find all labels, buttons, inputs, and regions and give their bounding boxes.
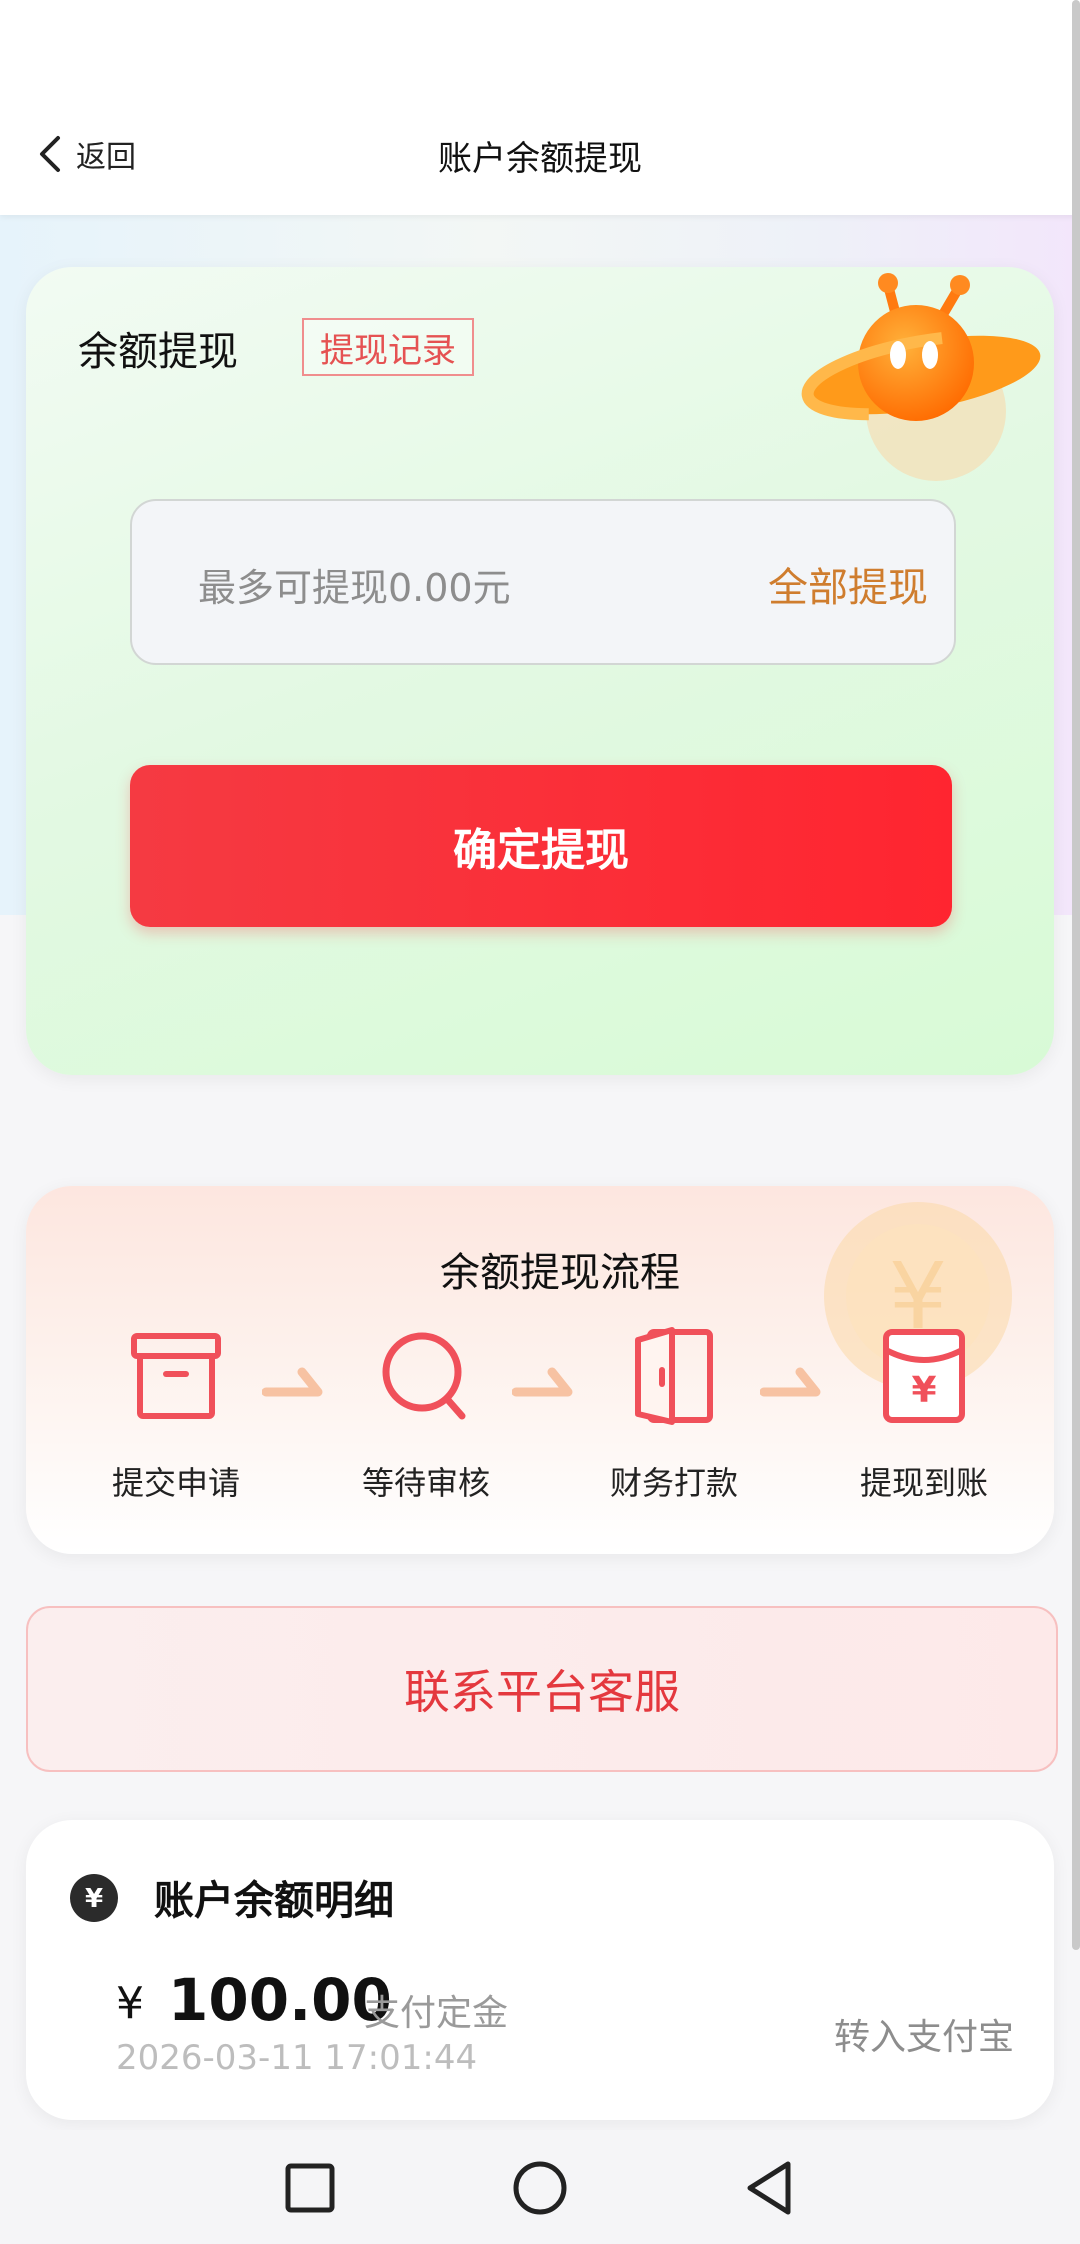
home-circle-icon[interactable] xyxy=(508,2156,572,2220)
amount-placeholder: 最多可提现0.00元 xyxy=(198,566,511,610)
withdraw-process-card: ¥ 余额提现流程 提交申请 等待审核 财务打款 ¥ 提现到账 xyxy=(26,1186,1054,1554)
detail-title: 账户余额明细 xyxy=(154,1878,394,1924)
balance-detail-card: ¥ 账户余额明细 ¥ 100.00 支付定金 2026-03-11 17:01:… xyxy=(26,1820,1054,2120)
process-title: 余额提现流程 xyxy=(440,1250,680,1296)
search-icon xyxy=(382,1332,466,1420)
svg-text:¥: ¥ xyxy=(911,1370,936,1411)
transfer-to-alipay-link[interactable]: 转入支付宝 xyxy=(834,2008,1014,2060)
door-open-icon xyxy=(635,1327,713,1425)
timestamp: 2026-03-11 17:01:44 xyxy=(116,2038,478,2078)
system-nav-bar xyxy=(0,2130,1080,2244)
withdraw-card: 余额提现 提现记录 最多可提现0.00元 全部提现 确定提现 xyxy=(26,267,1054,1075)
flow-arrow-icon xyxy=(760,1367,821,1397)
scrollbar[interactable] xyxy=(1072,0,1080,1950)
archive-box-icon xyxy=(131,1333,221,1419)
red-envelope-yen-icon: ¥ xyxy=(883,1329,965,1423)
step-label: 提现到账 xyxy=(859,1464,988,1502)
withdraw-all-button[interactable]: 全部提现 xyxy=(768,555,928,613)
amount-note: 支付定金 xyxy=(364,1993,509,2034)
withdraw-section-title: 余额提现 xyxy=(78,329,238,375)
withdraw-records-button[interactable]: 提现记录 xyxy=(302,318,474,376)
contact-support-button[interactable]: 联系平台客服 xyxy=(26,1606,1058,1772)
flow-arrow-icon xyxy=(512,1367,573,1397)
currency-symbol: ¥ xyxy=(116,1978,144,2029)
step-label: 提交申请 xyxy=(111,1464,240,1502)
flow-arrow-icon xyxy=(262,1367,323,1397)
amount-value: 100.00 xyxy=(168,1966,392,2034)
recents-square-icon[interactable] xyxy=(278,2156,342,2220)
planet-mascot-icon xyxy=(801,273,1047,481)
top-app-bar: 返回 账户余额提现 xyxy=(0,0,1080,215)
svg-text:¥: ¥ xyxy=(85,1884,103,1914)
withdraw-amount-input[interactable]: 最多可提现0.00元 全部提现 xyxy=(130,499,956,665)
yen-icon: ¥ xyxy=(70,1874,118,1922)
page-title: 账户余额提现 xyxy=(438,139,642,179)
confirm-withdraw-button[interactable]: 确定提现 xyxy=(130,765,952,927)
step-label: 等待审核 xyxy=(361,1464,490,1502)
back-triangle-icon[interactable] xyxy=(738,2156,802,2220)
step-label: 财务打款 xyxy=(609,1464,738,1502)
